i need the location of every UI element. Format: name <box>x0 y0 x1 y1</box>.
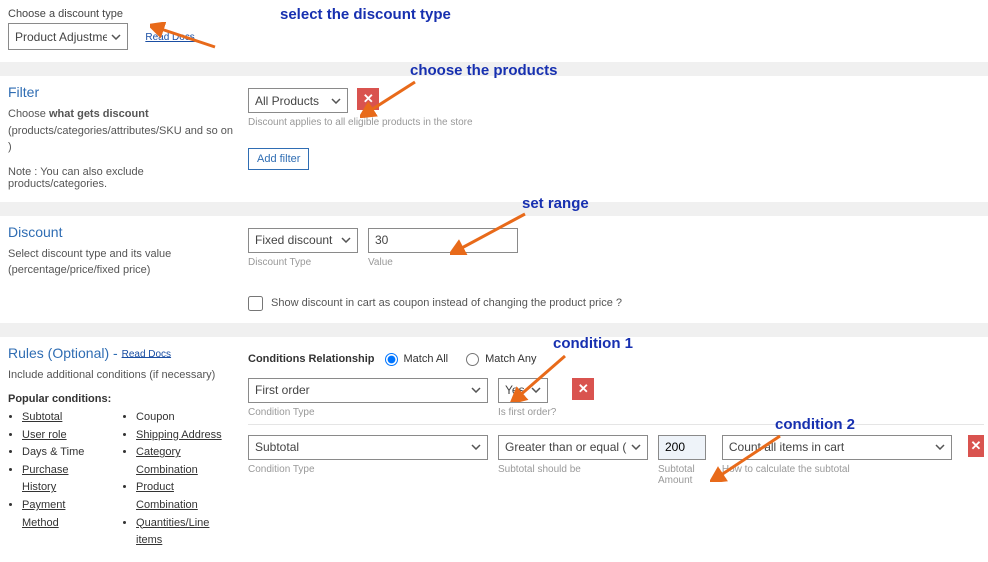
cond2-type-sublabel: Condition Type <box>248 464 488 475</box>
discount-type-select2[interactable]: Fixed discount <box>248 228 358 253</box>
section-divider <box>0 202 988 216</box>
list-item[interactable]: Days & Time <box>22 444 100 462</box>
list-item[interactable]: Coupon <box>136 409 238 427</box>
cond2-op-select[interactable]: Greater than or equal ( >= ) <box>498 435 648 460</box>
read-docs-link[interactable]: Read Docs <box>145 32 194 43</box>
discount-value-input[interactable] <box>368 228 518 253</box>
remove-cond2-button[interactable]: ✕ <box>968 435 984 457</box>
popular-heading: Popular conditions: <box>8 393 238 405</box>
discount-desc: Select discount type and its value(perce… <box>8 246 238 279</box>
filter-desc: Choose what gets discount(products/categ… <box>8 106 238 156</box>
match-any-radio[interactable] <box>466 353 479 366</box>
discount-title: Discount <box>8 224 238 240</box>
cond2-amount-input[interactable] <box>658 435 706 460</box>
cond2-count-sublabel: How to calculate the subtotal <box>722 464 952 475</box>
list-item[interactable]: Shipping Address <box>136 427 238 445</box>
list-item[interactable]: Subtotal <box>22 409 100 427</box>
filter-hint: Discount applies to all eligible product… <box>248 117 980 128</box>
match-any-label: Match Any <box>485 353 536 365</box>
match-all-radio[interactable] <box>385 353 398 366</box>
popular-col1: Subtotal User role Days & Time Purchase … <box>8 409 100 550</box>
add-filter-button[interactable]: Add filter <box>248 148 309 170</box>
cond2-type-select[interactable]: Subtotal <box>248 435 488 460</box>
section-divider <box>0 323 988 337</box>
remove-cond1-button[interactable]: ✕ <box>572 378 594 400</box>
cond1-type-select[interactable]: First order <box>248 378 488 403</box>
cond1-type-sublabel: Condition Type <box>248 407 488 418</box>
show-coupon-checkbox[interactable] <box>248 296 263 311</box>
filter-note: Note : You can also exclude products/cat… <box>8 166 238 190</box>
show-coupon-label: Show discount in cart as coupon instead … <box>271 297 622 309</box>
discount-type-select[interactable]: Product Adjustment <box>8 23 128 50</box>
remove-filter-button[interactable]: ✕ <box>357 88 379 110</box>
list-item[interactable]: User role <box>22 427 100 445</box>
discount-type-label: Choose a discount type <box>8 8 248 20</box>
cond2-op-sublabel: Subtotal should be <box>498 464 648 475</box>
popular-col2: Coupon Shipping Address Category Combina… <box>122 409 238 550</box>
rules-read-docs-link[interactable]: Read Docs <box>122 348 171 359</box>
rules-desc: Include additional conditions (if necess… <box>8 367 238 384</box>
cond-relationship-label: Conditions Relationship <box>248 353 375 365</box>
cond-divider <box>248 424 984 425</box>
section-divider <box>0 62 988 76</box>
cond1-yes-sublabel: Is first order? <box>498 407 556 418</box>
list-item[interactable]: Product Combination <box>136 479 238 514</box>
filter-products-select[interactable]: All Products <box>248 88 348 113</box>
popular-conditions: Subtotal User role Days & Time Purchase … <box>8 409 238 550</box>
discount-type-sublabel: Discount Type <box>248 257 358 268</box>
list-item[interactable]: Purchase History <box>22 462 100 497</box>
discount-value-sublabel: Value <box>368 257 518 268</box>
cond2-amount-sublabel: Subtotal Amount <box>658 464 712 486</box>
rules-title: Rules (Optional) - Read Docs <box>8 345 238 361</box>
list-item[interactable]: Category Combination <box>136 444 238 479</box>
match-all-label: Match All <box>404 353 449 365</box>
list-item[interactable]: Quantities/Line items <box>136 515 238 550</box>
cond2-count-select[interactable]: Count all items in cart <box>722 435 952 460</box>
cond1-yes-select[interactable]: Yes <box>498 378 548 403</box>
list-item[interactable]: Payment Method <box>22 497 100 532</box>
filter-title: Filter <box>8 84 238 100</box>
